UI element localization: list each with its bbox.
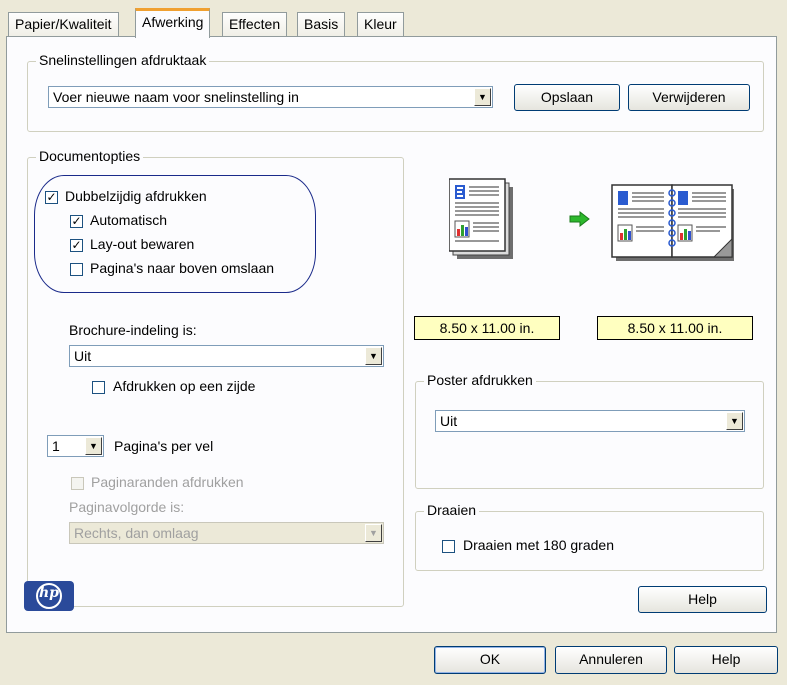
- tab-basis[interactable]: Basis: [297, 12, 346, 36]
- pages-per-sheet-value: 1: [52, 438, 60, 454]
- document-options-group: Documentopties ✓ Dubbelzijdig afdrukken …: [27, 148, 404, 607]
- duplex-checkbox[interactable]: ✓: [45, 191, 58, 204]
- quickset-value: Voer nieuwe naam voor snelinstelling in: [53, 89, 299, 105]
- rotate180-label: Draaien met 180 graden: [463, 537, 614, 553]
- duplex-label: Dubbelzijdig afdrukken: [65, 188, 207, 204]
- pages-per-sheet-select[interactable]: 1 ▼: [47, 435, 104, 457]
- panel-help-label: Help: [688, 591, 717, 607]
- hp-logo: hp: [24, 581, 74, 611]
- chevron-down-icon[interactable]: ▼: [365, 524, 382, 542]
- help-button[interactable]: Help: [674, 646, 778, 674]
- tab-papier-kwaliteit[interactable]: Papier/Kwaliteit: [8, 12, 119, 36]
- flip-up-checkbox[interactable]: [70, 263, 83, 276]
- hp-logo-text: hp: [39, 585, 59, 601]
- page-order-value: Rechts, dan omlaag: [74, 525, 199, 541]
- automatic-checkbox[interactable]: ✓: [70, 215, 83, 228]
- one-side-checkbox[interactable]: [92, 381, 105, 394]
- single-page-preview-icon: [448, 177, 519, 266]
- ok-button[interactable]: OK: [434, 646, 546, 674]
- page-order-label: Paginavolgorde is:: [69, 499, 185, 515]
- automatic-label: Automatisch: [90, 212, 168, 228]
- chevron-down-icon[interactable]: ▼: [85, 437, 102, 455]
- poster-legend: Poster afdrukken: [424, 372, 536, 388]
- poster-value: Uit: [440, 413, 458, 429]
- poster-select[interactable]: Uit ▼: [435, 410, 745, 432]
- size-label-left: 8.50 x 11.00 in.: [414, 316, 560, 340]
- size-label-right: 8.50 x 11.00 in.: [597, 316, 753, 340]
- brochure-value: Uit: [74, 348, 92, 364]
- one-side-label: Afdrukken op een zijde: [113, 378, 256, 394]
- quickset-legend: Snelinstellingen afdruktaak: [36, 52, 210, 68]
- tab-panel-afwerking: Snelinstellingen afdruktaak Voer nieuwe …: [6, 36, 777, 633]
- keep-layout-checkbox[interactable]: ✓: [70, 239, 83, 252]
- brochure-select[interactable]: Uit ▼: [69, 345, 384, 367]
- save-label: Opslaan: [540, 89, 594, 105]
- page-borders-checkbox[interactable]: [71, 477, 84, 490]
- tab-kleur[interactable]: Kleur: [357, 12, 404, 36]
- page-borders-label: Paginaranden afdrukken: [91, 474, 244, 490]
- tab-label: Effecten: [229, 16, 281, 32]
- help-label: Help: [711, 651, 741, 667]
- keep-layout-label: Lay-out bewaren: [90, 236, 195, 252]
- document-options-legend: Documentopties: [36, 148, 144, 164]
- chevron-down-icon[interactable]: ▼: [726, 412, 743, 430]
- delete-label: Verwijderen: [652, 89, 726, 105]
- ok-label: OK: [479, 651, 501, 667]
- tab-label: Afwerking: [142, 14, 204, 30]
- save-button[interactable]: Opslaan: [514, 84, 620, 111]
- page-order-select[interactable]: Rechts, dan omlaag ▼: [69, 522, 384, 544]
- rotate-group: Draaien Draaien met 180 graden: [415, 502, 764, 571]
- panel-help-button[interactable]: Help: [638, 586, 767, 613]
- cancel-label: Annuleren: [579, 651, 643, 667]
- tab-label: Kleur: [364, 16, 397, 32]
- flip-up-label: Pagina's naar boven omslaan: [90, 260, 275, 276]
- tab-effecten[interactable]: Effecten: [222, 12, 288, 36]
- cancel-button[interactable]: Annuleren: [555, 646, 667, 674]
- rotate180-checkbox[interactable]: [442, 540, 455, 553]
- tab-label: Basis: [304, 16, 339, 32]
- brochure-label: Brochure-indeling is:: [69, 322, 197, 338]
- chevron-down-icon[interactable]: ▼: [474, 88, 491, 106]
- tab-label: Papier/Kwaliteit: [15, 16, 112, 32]
- quickset-group: Snelinstellingen afdruktaak Voer nieuwe …: [27, 52, 764, 132]
- rotate-legend: Draaien: [424, 502, 480, 518]
- delete-button[interactable]: Verwijderen: [628, 84, 750, 111]
- duplex-booklet-preview-icon: [610, 181, 740, 268]
- poster-group: Poster afdrukken Uit ▼: [415, 372, 764, 489]
- quickset-select[interactable]: Voer nieuwe naam voor snelinstelling in …: [48, 86, 493, 108]
- tab-afwerking[interactable]: Afwerking: [135, 8, 211, 38]
- chevron-down-icon[interactable]: ▼: [365, 347, 382, 365]
- pages-per-sheet-label: Pagina's per vel: [114, 438, 214, 454]
- arrow-right-icon: [569, 210, 591, 230]
